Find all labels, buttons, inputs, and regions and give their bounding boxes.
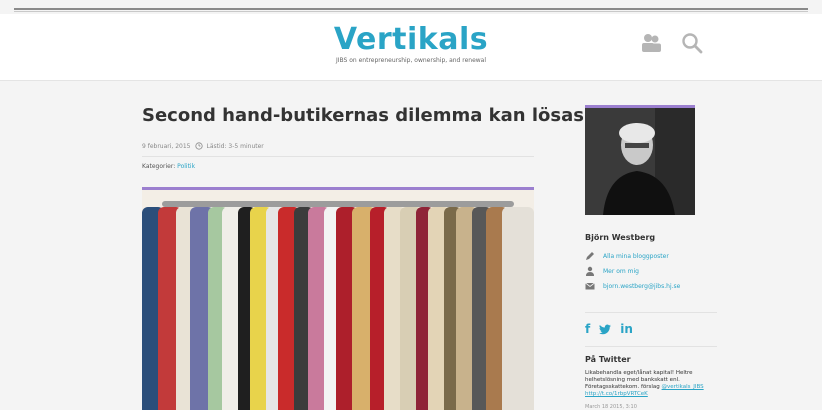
top-rule [14, 8, 808, 10]
post-meta: 9 februari, 2015 Lästid: 3-5 minuter [142, 142, 264, 150]
twitter-heading: På Twitter [585, 355, 631, 364]
author-portrait-image [585, 108, 695, 215]
site-tagline: JIBS on entrepreneurship, ownership, and… [335, 57, 487, 64]
twitter-icon[interactable] [599, 322, 612, 336]
all-posts-link[interactable]: Alla mina bloggposter [585, 251, 669, 261]
hero-accent-bar [142, 187, 534, 190]
person-icon [586, 266, 594, 276]
about-me-label: Mer om mig [603, 267, 639, 275]
post-date: 9 februari, 2015 [142, 142, 191, 150]
mail-icon [585, 282, 595, 290]
author-photo[interactable] [585, 105, 695, 215]
facebook-icon[interactable]: f [585, 322, 590, 336]
email-link[interactable]: bjorn.westberg@jibs.hj.se [585, 281, 680, 291]
sidebar-divider-1 [585, 312, 717, 313]
post-title[interactable]: Second hand-butikernas dilemma kan lösas… [142, 105, 592, 126]
post-categories: Kategorier: Politik [142, 163, 195, 170]
tweet-url-link[interactable]: http://t.co/1rbpVRTCeK [585, 391, 648, 397]
linkedin-icon[interactable]: in [620, 322, 633, 336]
tweet-text: Likabehandla eget/lånat kapital! Heltre … [585, 370, 713, 398]
about-me-link[interactable]: Mer om mig [585, 266, 639, 276]
site-header: Vertikals JIBS on entrepreneurship, owne… [0, 14, 822, 81]
clock-icon [194, 142, 203, 150]
email-label: bjorn.westberg@jibs.hj.se [603, 282, 681, 290]
tweet-date: March 18 2015, 3:10 [585, 404, 637, 410]
sidebar-divider-2 [585, 346, 717, 347]
post-hero-image [142, 187, 534, 410]
read-time: Lästid: 3-5 minuter [206, 142, 264, 150]
pencil-icon [586, 252, 594, 260]
users-icon[interactable] [640, 32, 662, 54]
top-rule-thin [14, 11, 808, 12]
search-icon[interactable] [681, 32, 703, 54]
category-link[interactable]: Politik [177, 163, 195, 170]
all-posts-label: Alla mina bloggposter [603, 252, 669, 260]
social-links: f in [585, 322, 633, 336]
meta-divider [142, 156, 534, 157]
author-accent-bar [585, 105, 695, 108]
author-name[interactable]: Björn Westberg [585, 233, 655, 242]
main-content: Second hand-butikernas dilemma kan lösas… [0, 81, 822, 410]
tweet-handle-link[interactable]: @vertikals_JIBS [662, 384, 704, 390]
categories-label: Kategorier: [142, 163, 176, 170]
